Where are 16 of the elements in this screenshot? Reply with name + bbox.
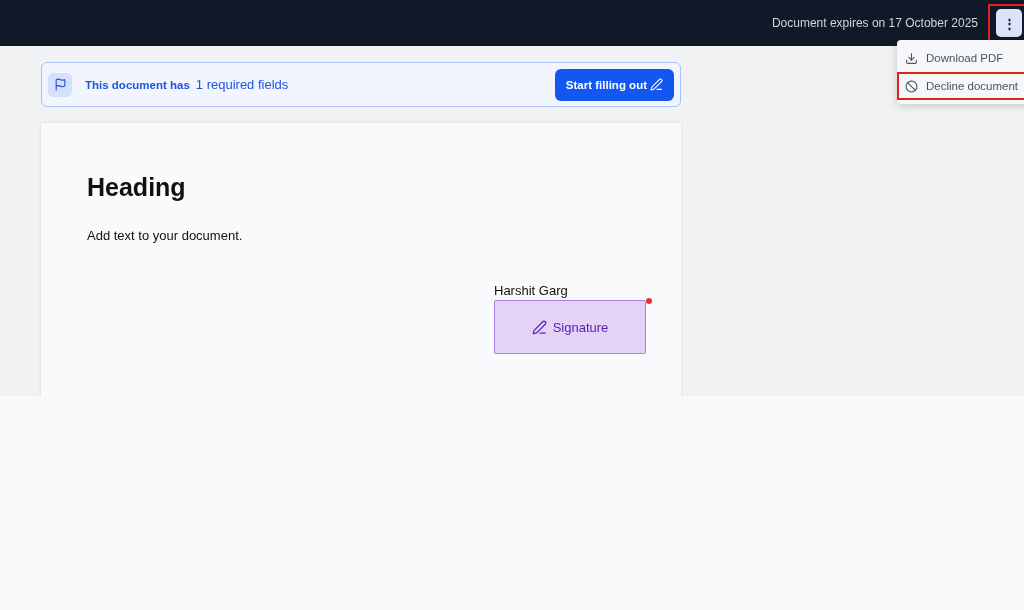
download-icon: [905, 51, 918, 65]
prohibited-icon: [905, 79, 918, 93]
document-heading: Heading: [87, 173, 187, 202]
expiry-text: Document expires on 17 October 2025: [771, 16, 978, 30]
start-filling-button[interactable]: Start filling out: [554, 68, 674, 101]
signature-field[interactable]: Signature: [494, 300, 646, 354]
pen-icon: [531, 319, 547, 335]
required-count: 1 required fields: [195, 77, 289, 92]
signer-name: Harshit Garg: [494, 283, 569, 298]
flag-icon: [48, 72, 72, 97]
banner-text: This document has: [85, 78, 190, 91]
more-menu-button[interactable]: ⋮: [996, 9, 1022, 37]
menu-item[interactable]: Decline document: [897, 72, 1024, 100]
pen-icon: [650, 78, 663, 91]
document-text: Add text to your document.: [87, 228, 244, 243]
menu-item[interactable]: Download PDF: [897, 44, 1024, 72]
